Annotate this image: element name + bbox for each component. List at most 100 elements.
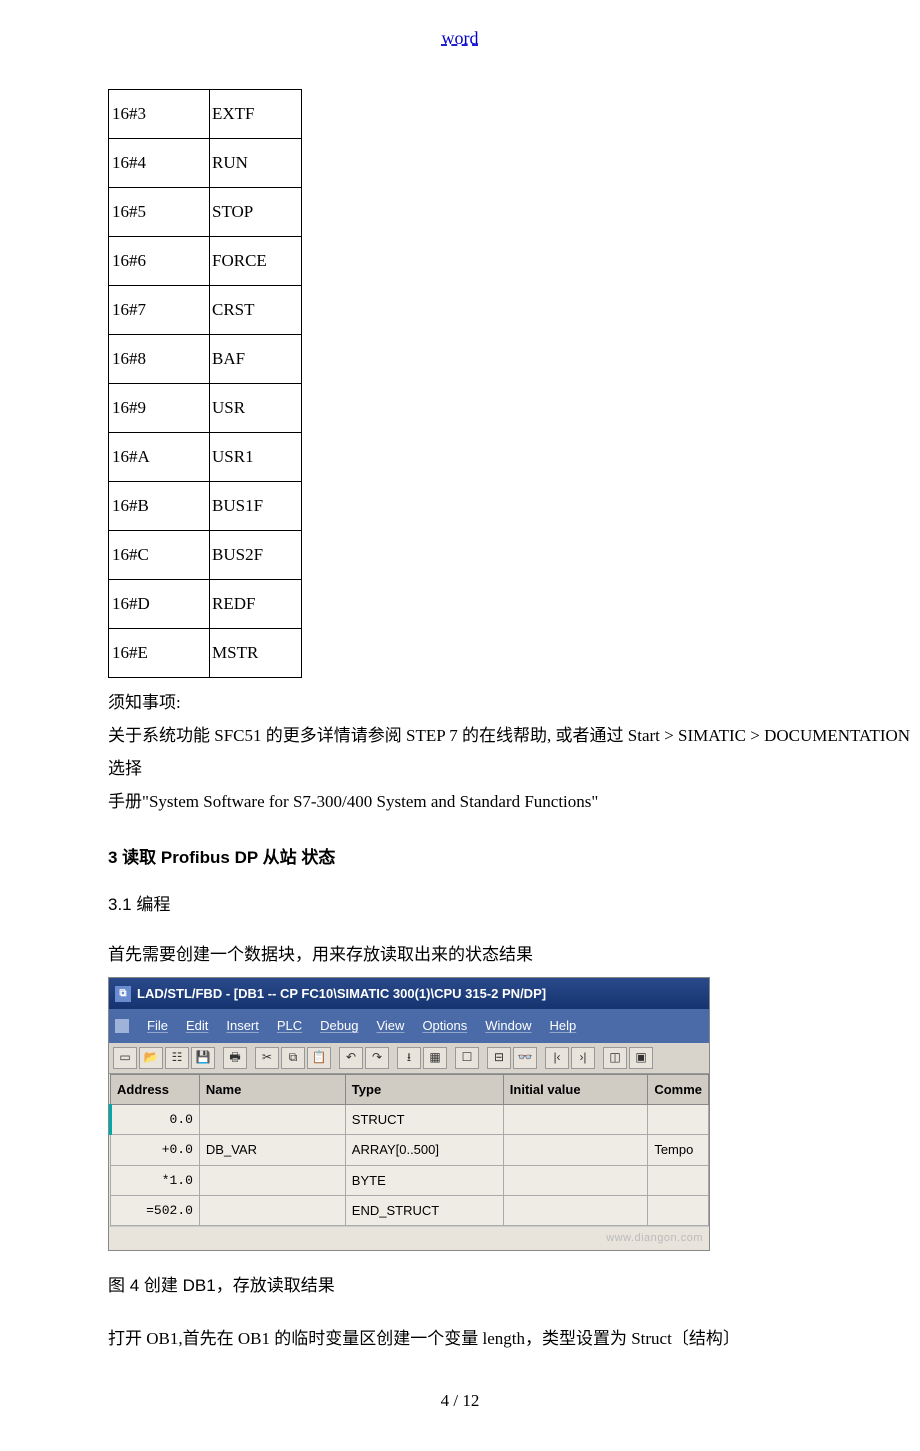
save-icon[interactable]: 💾 xyxy=(191,1047,215,1069)
menu-view[interactable]: View xyxy=(376,1013,404,1038)
code-key: 16#C xyxy=(109,531,210,580)
grid-cell[interactable] xyxy=(503,1105,648,1135)
table-row: 16#3EXTF xyxy=(109,90,302,139)
code-key: 16#B xyxy=(109,482,210,531)
code-value: CRST xyxy=(210,286,302,335)
col-name[interactable]: Name xyxy=(199,1074,345,1104)
page-footer: 4 / 12 xyxy=(0,1391,920,1411)
undo-icon[interactable]: ↶ xyxy=(339,1047,363,1069)
grid-cell[interactable] xyxy=(648,1196,709,1226)
menu-bar: File Edit Insert PLC Debug View Options … xyxy=(109,1009,709,1042)
copy-icon[interactable]: ⧉ xyxy=(281,1047,305,1069)
table-row: 16#9USR xyxy=(109,384,302,433)
code-key: 16#9 xyxy=(109,384,210,433)
grid-cell[interactable]: =502.0 xyxy=(111,1196,200,1226)
grid-row[interactable]: +0.0DB_VARARRAY[0..500] Tempo xyxy=(111,1135,709,1165)
code-value: USR xyxy=(210,384,302,433)
menu-edit[interactable]: Edit xyxy=(186,1013,208,1038)
menu-options[interactable]: Options xyxy=(422,1013,467,1038)
grid-cell[interactable] xyxy=(503,1196,648,1226)
code-key: 16#7 xyxy=(109,286,210,335)
table-row: 16#BBUS1F xyxy=(109,482,302,531)
code-key: 16#8 xyxy=(109,335,210,384)
table-row: 16#DREDF xyxy=(109,580,302,629)
open-icon[interactable]: 📂 xyxy=(139,1047,163,1069)
grid-cell[interactable]: ARRAY[0..500] xyxy=(345,1135,503,1165)
code-value: BUS2F xyxy=(210,531,302,580)
col-type[interactable]: Type xyxy=(345,1074,503,1104)
grid-cell[interactable] xyxy=(503,1135,648,1165)
grid-cell[interactable]: STRUCT xyxy=(345,1105,503,1135)
grid-cell[interactable]: +0.0 xyxy=(111,1135,200,1165)
print-icon[interactable]: 🖶 xyxy=(223,1047,247,1069)
grid-cell[interactable] xyxy=(503,1165,648,1195)
after-fig-text: 打开 OB1,首先在 OB1 的临时变量区创建一个变量 length，类型设置为… xyxy=(108,1322,920,1355)
code-key: 16#D xyxy=(109,580,210,629)
table-row: 16#5STOP xyxy=(109,188,302,237)
code-key: 16#5 xyxy=(109,188,210,237)
prev-icon[interactable]: |‹ xyxy=(545,1047,569,1069)
header-link[interactable]: word xyxy=(442,28,479,48)
window-titlebar: ⧉ LAD/STL/FBD - [DB1 -- CP FC10\SIMATIC … xyxy=(109,978,709,1009)
note-title: 须知事项: xyxy=(108,686,920,719)
menu-file[interactable]: File xyxy=(147,1013,168,1038)
col-initial[interactable]: Initial value xyxy=(503,1074,648,1104)
grid-cell[interactable]: BYTE xyxy=(345,1165,503,1195)
code-key: 16#4 xyxy=(109,139,210,188)
block-icon[interactable]: ☐ xyxy=(455,1047,479,1069)
menu-plc[interactable]: PLC xyxy=(277,1013,302,1038)
grid-cell[interactable]: Tempo xyxy=(648,1135,709,1165)
code-value: EXTF xyxy=(210,90,302,139)
section-3-heading: 3 读取 Profibus DP 从站 状态 xyxy=(108,841,920,874)
grid-cell[interactable]: 0.0 xyxy=(111,1105,200,1135)
download-icon[interactable]: ⭳ xyxy=(397,1047,421,1069)
split-icon[interactable]: ◫ xyxy=(603,1047,627,1069)
menu-debug[interactable]: Debug xyxy=(320,1013,358,1038)
grid-row[interactable]: =502.0 END_STRUCT xyxy=(111,1196,709,1226)
code-table: 16#3EXTF16#4RUN16#5STOP16#6FORCE16#7CRST… xyxy=(108,89,302,678)
grid-cell[interactable]: DB_VAR xyxy=(199,1135,345,1165)
grid-cell[interactable]: *1.0 xyxy=(111,1165,200,1195)
table-row: 16#6FORCE xyxy=(109,237,302,286)
code-value: FORCE xyxy=(210,237,302,286)
glasses-icon[interactable]: 👓 xyxy=(513,1047,537,1069)
code-value: MSTR xyxy=(210,629,302,678)
grid-row[interactable]: *1.0 BYTE xyxy=(111,1165,709,1195)
menu-insert[interactable]: Insert xyxy=(226,1013,259,1038)
grid-cell[interactable] xyxy=(648,1165,709,1195)
cut-icon[interactable]: ✂ xyxy=(255,1047,279,1069)
grid-cell[interactable] xyxy=(648,1105,709,1135)
window-title: LAD/STL/FBD - [DB1 -- CP FC10\SIMATIC 30… xyxy=(137,981,546,1006)
view-icon[interactable]: ▣ xyxy=(629,1047,653,1069)
doc-icon xyxy=(115,1019,129,1033)
note-body-line2: 手册"System Software for S7-300/400 System… xyxy=(108,785,920,818)
col-address[interactable]: Address xyxy=(111,1074,200,1104)
menu-help[interactable]: Help xyxy=(550,1013,577,1038)
col-comment[interactable]: Comme xyxy=(648,1074,709,1104)
note-body-line1: 关于系统功能 SFC51 的更多详情请参阅 STEP 7 的在线帮助, 或者通过… xyxy=(108,719,920,785)
editor-screenshot: ⧉ LAD/STL/FBD - [DB1 -- CP FC10\SIMATIC … xyxy=(108,977,710,1251)
next-icon[interactable]: ›| xyxy=(571,1047,595,1069)
code-key: 16#A xyxy=(109,433,210,482)
code-value: BAF xyxy=(210,335,302,384)
grid-cell[interactable] xyxy=(199,1105,345,1135)
grid-cell[interactable] xyxy=(199,1165,345,1195)
monitor-icon[interactable]: ▦ xyxy=(423,1047,447,1069)
code-value: RUN xyxy=(210,139,302,188)
table-row: 16#AUSR1 xyxy=(109,433,302,482)
paste-icon[interactable]: 📋 xyxy=(307,1047,331,1069)
network-icon[interactable]: ⊟ xyxy=(487,1047,511,1069)
code-value: USR1 xyxy=(210,433,302,482)
menu-window[interactable]: Window xyxy=(485,1013,531,1038)
grid-cell[interactable]: END_STRUCT xyxy=(345,1196,503,1226)
code-key: 16#6 xyxy=(109,237,210,286)
grid-cell[interactable] xyxy=(199,1196,345,1226)
code-key: 16#E xyxy=(109,629,210,678)
grid-row[interactable]: 0.0 STRUCT xyxy=(111,1105,709,1135)
toolbar: ▭ 📂 ☷ 💾 🖶 ✂ ⧉ 📋 ↶ ↷ ⭳ ▦ ☐ ⊟ 👓 xyxy=(109,1043,709,1074)
new-icon[interactable]: ▭ xyxy=(113,1047,137,1069)
tree-icon[interactable]: ☷ xyxy=(165,1047,189,1069)
db-grid: Address Name Type Initial value Comme 0.… xyxy=(109,1074,709,1227)
table-row: 16#8BAF xyxy=(109,335,302,384)
redo-icon[interactable]: ↷ xyxy=(365,1047,389,1069)
